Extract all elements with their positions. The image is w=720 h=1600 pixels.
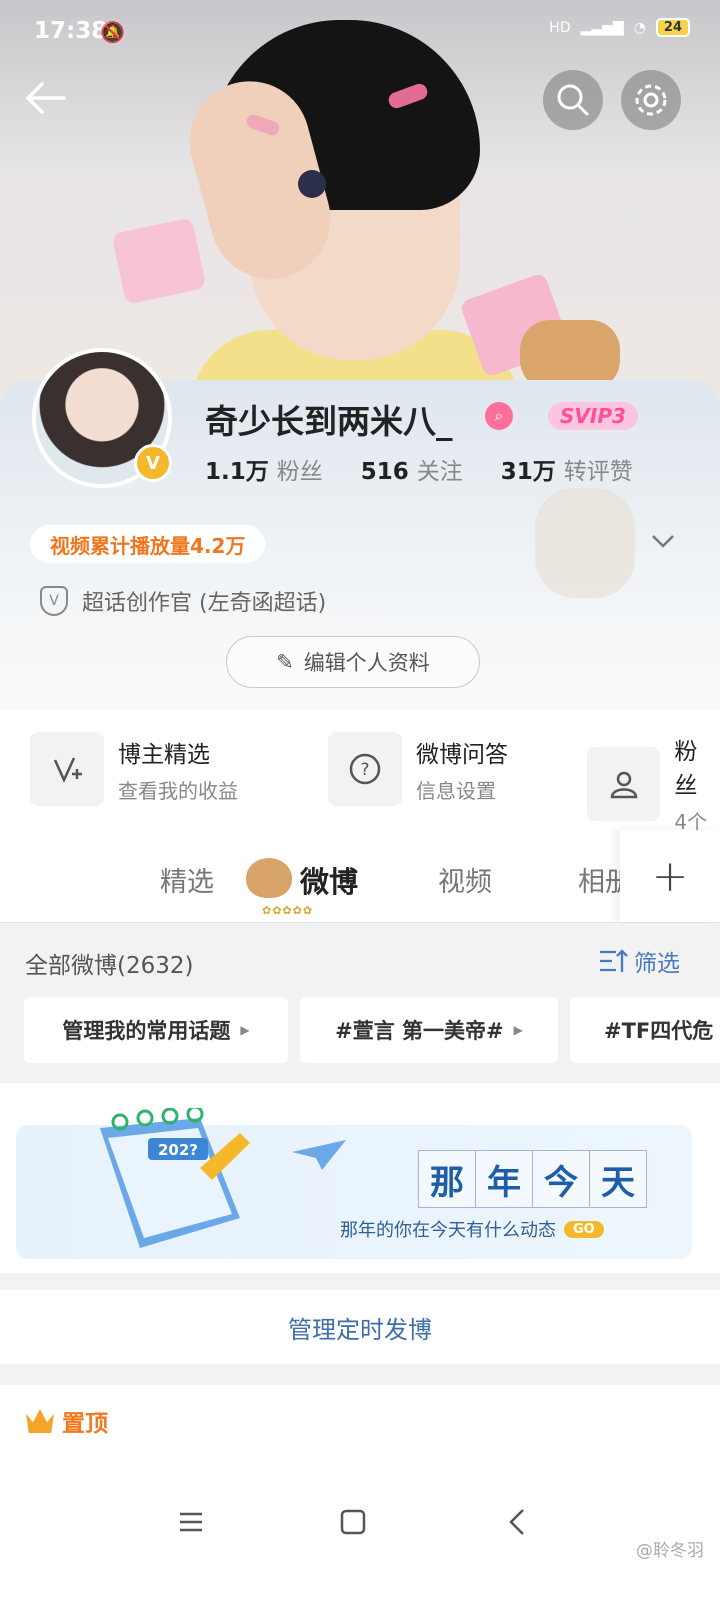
chip-label: #萱言 第一美帝# <box>335 1019 504 1043</box>
calendar-illustration: 202? <box>40 1105 370 1258</box>
stat-fans[interactable]: 1.1万 粉丝 <box>205 452 323 486</box>
manage-scheduled-button[interactable]: 管理定时发博 <box>0 1290 720 1364</box>
tab-weibo[interactable]: 微博 <box>300 859 358 901</box>
feature-sub: 信息设置 <box>416 778 496 803</box>
calendar-year: 202? <box>158 1141 198 1159</box>
flower-decoration: ✿✿✿✿✿ <box>262 904 314 917</box>
edit-profile-button[interactable]: ✎ 编辑个人资料 <box>226 636 480 688</box>
stat-label: 粉丝 <box>276 459 323 485</box>
crown-icon <box>26 1409 54 1433</box>
filter-icon <box>600 949 628 972</box>
feature-title: 粉丝 <box>674 739 698 799</box>
people-icon <box>587 746 661 821</box>
stat-following[interactable]: 516 关注 <box>361 452 463 486</box>
username: 奇少长到两米八_ <box>205 402 453 441</box>
edit-profile-label: 编辑个人资料 <box>303 651 430 675</box>
battery-indicator: 24 <box>655 18 690 37</box>
settings-button[interactable] <box>621 70 681 130</box>
filter-label: 筛选 <box>634 951 680 977</box>
play-count-badge[interactable]: 视频累计播放量4.2万 <box>30 525 266 563</box>
home-square-icon <box>340 1509 366 1535</box>
svg-text:?: ? <box>360 760 369 780</box>
signal-icon: ▂▃▅▇ <box>580 19 624 36</box>
back-arrow-icon <box>25 82 66 114</box>
status-time: 17:38 <box>34 18 108 44</box>
title-char: 今 <box>532 1150 590 1208</box>
svip-badge[interactable]: SVIP3 <box>548 402 638 430</box>
pinned-header: 置顶 <box>26 1404 108 1438</box>
chip-label: 管理我的常用话题 <box>62 1019 231 1043</box>
title-char: 那 <box>418 1150 476 1208</box>
pinned-label: 置顶 <box>62 1411 108 1437</box>
shield-icon: V <box>40 586 68 616</box>
title-char: 年 <box>475 1150 533 1208</box>
tab-bar: 精选 微博 ✿✿✿✿✿ 视频 相册 + <box>0 830 720 923</box>
question-icon: ? <box>328 732 402 806</box>
go-button[interactable]: GO <box>564 1220 604 1238</box>
home-button[interactable] <box>328 1500 378 1544</box>
filter-button[interactable]: 筛选 <box>598 944 680 978</box>
paper-plane-icon <box>292 1140 346 1174</box>
back-nav-button[interactable] <box>492 1500 542 1544</box>
banner-subtitle-row: 那年的你在今天有什么动态 GO <box>340 1216 604 1242</box>
feature-row: 博主精选查看我的收益 ? 微博问答信息设置 粉丝 4个 <box>0 710 720 834</box>
all-weibo-count: 全部微博(2632) <box>25 953 194 979</box>
menu-icon <box>180 1512 202 1532</box>
stats-row: 1.1万 粉丝 516 关注 31万 转评赞 <box>205 452 633 486</box>
caret-right-icon: ▶ <box>240 1023 250 1037</box>
chip-manage-topics[interactable]: 管理我的常用话题 ▶ <box>24 997 288 1063</box>
nian-title: 那 年 今 天 <box>418 1150 647 1208</box>
stat-label: 关注 <box>416 459 463 485</box>
tab-video[interactable]: 视频 <box>438 860 492 899</box>
blogger-picks-icon <box>30 732 104 806</box>
feature-title: 博主精选 <box>118 741 210 768</box>
topic-search-icon[interactable]: ⌕ <box>485 402 513 430</box>
feature-sub: 查看我的收益 <box>118 778 238 803</box>
stat-label: 转评赞 <box>563 459 633 485</box>
banner-subtitle: 那年的你在今天有什么动态 <box>340 1220 556 1241</box>
chevron-down-icon[interactable] <box>650 530 676 555</box>
status-indicators: HD ▂▃▅▇ ◔ 24 <box>549 18 690 37</box>
wifi-icon: ◔ <box>633 19 646 36</box>
pinned-section <box>0 1385 720 1475</box>
verified-badge: V <box>134 444 172 482</box>
feature-fans-group[interactable]: 粉丝 4个 <box>587 732 720 835</box>
caret-right-icon: ▶ <box>513 1023 523 1037</box>
stat-value: 31万 <box>500 459 556 485</box>
super-topic-row[interactable]: V 超话创作官 (左奇函超话) <box>40 585 326 617</box>
mute-icon: 🔕 <box>100 20 125 44</box>
title-char: 天 <box>589 1150 647 1208</box>
chip-topic[interactable]: #萱言 第一美帝# ▶ <box>300 997 558 1063</box>
add-tab-button[interactable]: + <box>620 830 720 922</box>
stat-value: 516 <box>360 459 409 485</box>
feature-title: 微博问答 <box>416 741 508 768</box>
watermark: @聆冬羽 <box>636 1541 704 1561</box>
menu-button[interactable] <box>166 1500 216 1544</box>
stat-reposts[interactable]: 31万 转评赞 <box>501 452 633 486</box>
chip-label: #TF四代危 <box>604 1019 714 1043</box>
cover-berry <box>298 170 326 198</box>
bear-icon <box>246 858 292 898</box>
feature-qa[interactable]: ? 微博问答信息设置 <box>328 732 508 806</box>
super-topic-label: 超话创作官 (左奇函超话) <box>82 591 327 616</box>
search-icon <box>557 84 589 116</box>
pencil-icon: ✎ <box>276 650 294 674</box>
tab-featured[interactable]: 精选 <box>160 860 214 899</box>
bear-decoration <box>535 488 635 598</box>
search-button[interactable] <box>543 70 603 130</box>
back-button[interactable] <box>20 72 72 124</box>
network-label: HD <box>549 19 571 36</box>
feature-blogger-picks[interactable]: 博主精选查看我的收益 <box>30 732 238 806</box>
back-chevron-icon <box>509 1509 524 1535</box>
sticker-melody-left <box>111 217 207 305</box>
gear-icon <box>635 84 667 116</box>
stat-value: 1.1万 <box>205 459 269 485</box>
chip-topic-2[interactable]: #TF四代危 <box>570 997 720 1063</box>
